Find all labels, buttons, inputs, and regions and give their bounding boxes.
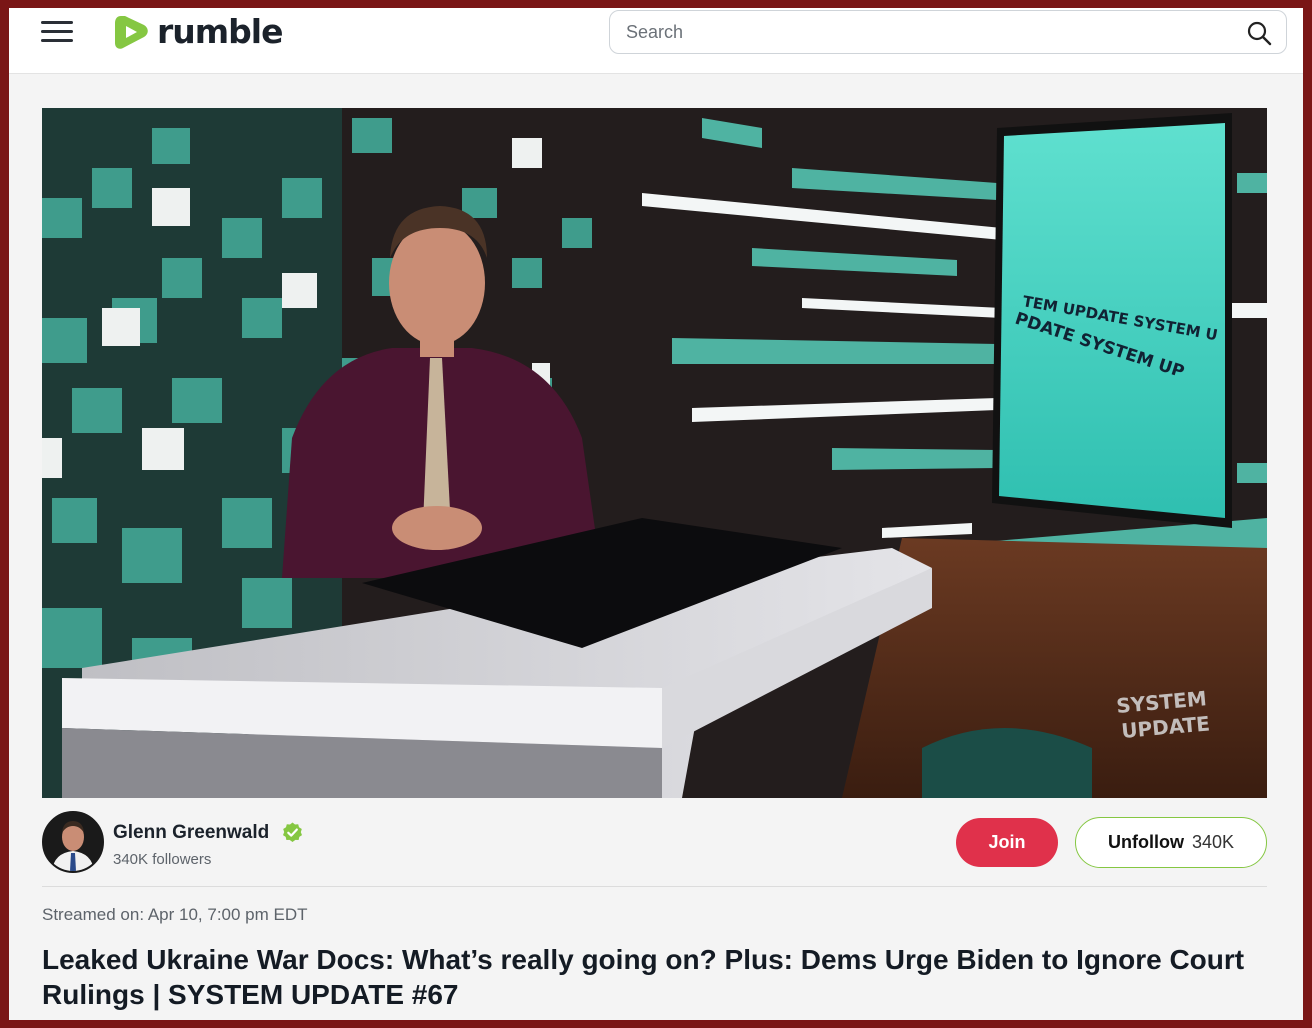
streamed-on-date: Streamed on: Apr 10, 7:00 pm EDT xyxy=(42,905,308,924)
video-title: Leaked Ukraine War Docs: What’s really g… xyxy=(42,944,1245,1010)
unfollow-button[interactable]: Unfollow 340K xyxy=(1075,817,1267,868)
hamburger-icon[interactable] xyxy=(41,18,73,44)
rumble-logo-icon xyxy=(115,16,148,49)
top-nav-bar: rumble xyxy=(9,8,1303,74)
rumble-logo[interactable]: rumble xyxy=(113,10,283,54)
search-input[interactable] xyxy=(610,11,1230,53)
unfollow-label: Unfollow xyxy=(1107,832,1184,852)
page-frame: rumble Search TEM UPDATE SYSTEM U PDATE … xyxy=(9,8,1303,1020)
channel-info-row: Glenn Greenwald 340K followers Join Unfo… xyxy=(42,811,1267,887)
search-box[interactable] xyxy=(609,10,1287,54)
video-frame: TEM UPDATE SYSTEM U PDATE SYSTEM UP SYST… xyxy=(42,108,1267,798)
logo-wordmark: rumble xyxy=(157,12,283,51)
search-icon[interactable] xyxy=(1246,20,1272,46)
unfollow-count: 340K xyxy=(1191,832,1235,852)
video-player[interactable]: TEM UPDATE SYSTEM U PDATE SYSTEM UP SYST… xyxy=(42,108,1267,798)
join-button[interactable]: Join xyxy=(956,818,1058,867)
channel-avatar[interactable] xyxy=(42,811,104,873)
follower-count: 340K followers xyxy=(113,851,212,868)
verified-check-icon xyxy=(283,822,302,842)
channel-name[interactable]: Glenn Greenwald xyxy=(113,822,269,844)
